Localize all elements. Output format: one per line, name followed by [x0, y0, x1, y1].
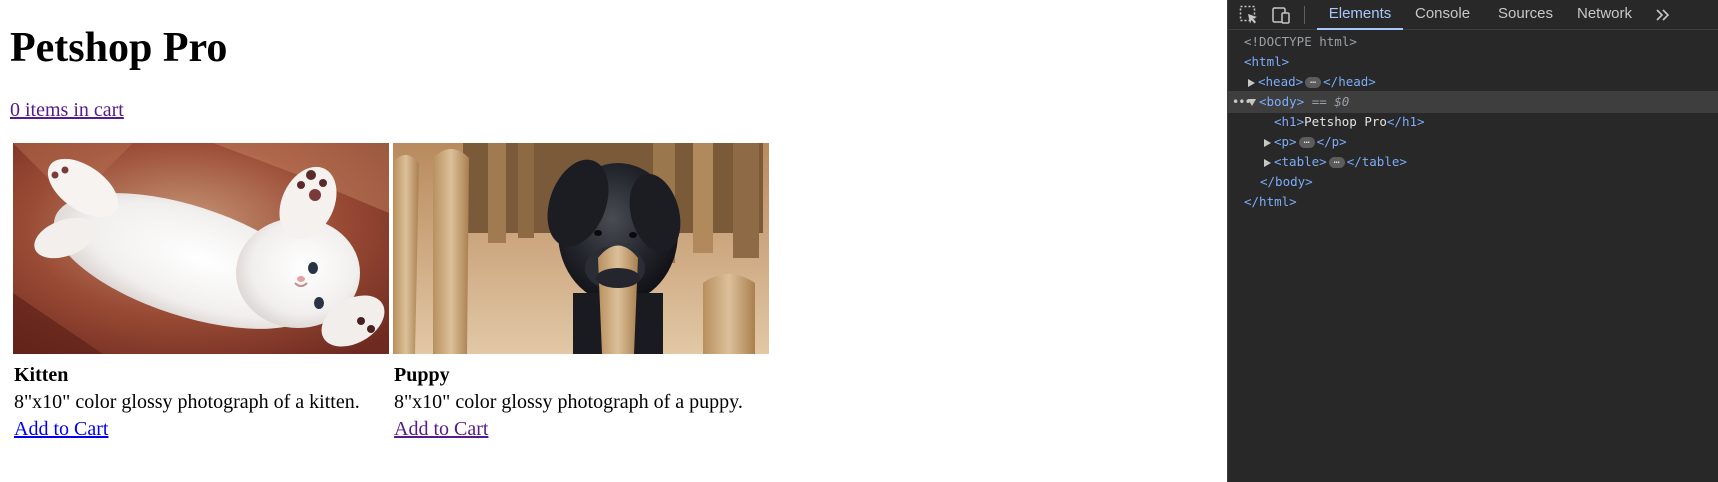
toolbar-separator [1304, 6, 1305, 24]
product-description: 8"x10" color glossy photograph of a kitt… [14, 391, 360, 413]
dom-tree: <!DOCTYPE html> <html> <head>… </head> ••… [1228, 31, 1718, 482]
collapsed-ellipsis-icon[interactable]: … [1305, 76, 1322, 88]
dom-p[interactable]: <p>… </p> [1228, 131, 1718, 153]
devtools-toolbar: Elements Console Sources Network [1228, 0, 1718, 30]
webpage: Petshop Pro 0 items in cart Kitten 8"x10… [0, 0, 1227, 482]
product-kitten: Kitten 8"x10" color glossy photograph of… [13, 143, 389, 440]
add-to-cart-puppy-link[interactable]: Add to Cart [394, 417, 488, 441]
add-to-cart-kitten-link[interactable]: Add to Cart [14, 417, 108, 441]
dom-body-open[interactable]: ••• <body> == $0 [1228, 91, 1718, 113]
page-title: Petshop Pro [10, 25, 228, 71]
inspect-element-icon[interactable] [1238, 4, 1260, 26]
kitten-photo [13, 143, 389, 354]
dom-html-open[interactable]: <html> [1228, 51, 1718, 73]
expand-triangle-icon[interactable] [1264, 158, 1271, 167]
product-name: Puppy [394, 364, 450, 386]
tab-elements[interactable]: Elements [1317, 0, 1403, 30]
dom-head[interactable]: <head>… </head> [1228, 71, 1718, 93]
dom-html-close[interactable]: </html> [1228, 191, 1718, 213]
devtools-panel: Elements Console Sources Network <!DOCTY… [1227, 0, 1718, 482]
dom-table[interactable]: <table>… </table> [1228, 151, 1718, 173]
tab-console[interactable]: Console [1415, 0, 1470, 29]
device-toggle-icon[interactable] [1270, 4, 1292, 26]
puppy-photo [393, 143, 769, 354]
dom-body-close[interactable]: </body> [1228, 171, 1718, 193]
collapsed-ellipsis-icon[interactable]: … [1328, 156, 1345, 168]
more-tabs-icon[interactable] [1654, 5, 1672, 25]
more-options-icon[interactable]: ••• [1232, 91, 1252, 113]
dom-h1[interactable]: <h1>Petshop Pro</h1> [1228, 111, 1718, 133]
tab-sources[interactable]: Sources [1498, 0, 1553, 29]
expand-triangle-icon[interactable] [1264, 138, 1271, 147]
expand-triangle-icon[interactable] [1248, 78, 1255, 87]
product-name: Kitten [14, 364, 69, 386]
cart-link[interactable]: 0 items in cart [10, 98, 124, 122]
tab-network[interactable]: Network [1577, 0, 1632, 29]
product-description: 8"x10" color glossy photograph of a pupp… [394, 391, 743, 413]
collapsed-ellipsis-icon[interactable]: … [1298, 136, 1315, 148]
product-puppy: Puppy 8"x10" color glossy photograph of … [393, 143, 769, 440]
dom-doctype[interactable]: <!DOCTYPE html> [1228, 31, 1718, 53]
